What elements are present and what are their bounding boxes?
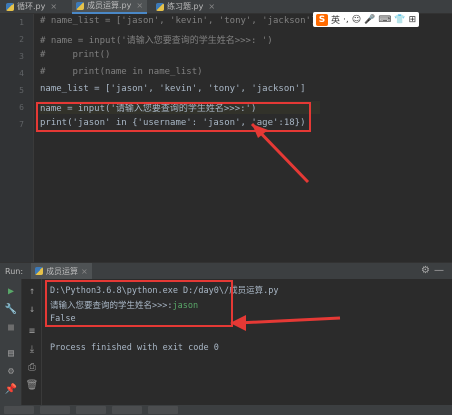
python-file-icon [6, 3, 14, 11]
tab-label: 练习题.py [167, 2, 204, 11]
status-item[interactable] [40, 406, 70, 414]
close-icon[interactable]: × [50, 0, 57, 14]
ime-toolbar[interactable]: S 英 ·, ☺ 🎤 ⌨ 👕 ⊞ [313, 12, 420, 27]
ime-voice-icon[interactable]: 🎤 [364, 15, 375, 25]
ime-lang-toggle[interactable]: 英 [331, 13, 340, 26]
ime-keyboard-icon[interactable]: ⌨ [378, 15, 391, 25]
status-bar [0, 405, 452, 415]
ime-punct-toggle[interactable]: ·, [343, 15, 349, 25]
ime-skin-icon[interactable]: 👕 [394, 15, 405, 25]
run-panel: Run: 成员运算 × ⚙ — ▶ 🔧 ■ ▤ ⚙ 📌 ↑ ↓ ≡ ⤓ ⎙ 🗑 … [0, 262, 452, 415]
tab-label: 成员运算.py [87, 1, 132, 10]
code-editor[interactable]: 1 2 3 4 5 6 7 # name_list = ['jason', 'k… [0, 14, 452, 262]
sogou-logo-icon: S [316, 13, 328, 26]
close-icon[interactable]: × [208, 0, 215, 14]
status-item[interactable] [4, 406, 34, 414]
tab-loop[interactable]: 循环.py × [2, 0, 61, 14]
python-file-icon [76, 2, 84, 10]
python-file-icon [156, 3, 164, 11]
tab-exercises[interactable]: 练习题.py × [152, 0, 219, 14]
ime-menu-icon[interactable]: ⊞ [409, 15, 417, 25]
tab-member-ops[interactable]: 成员运算.py × [72, 0, 148, 14]
ime-emoji-icon[interactable]: ☺ [352, 15, 361, 25]
close-icon[interactable]: × [136, 0, 143, 13]
annotation-arrow [230, 315, 341, 331]
status-item[interactable] [112, 406, 142, 414]
tab-label: 循环.py [17, 2, 46, 11]
status-item[interactable] [76, 406, 106, 414]
annotation-arrow [250, 122, 310, 184]
status-item[interactable] [148, 406, 178, 414]
